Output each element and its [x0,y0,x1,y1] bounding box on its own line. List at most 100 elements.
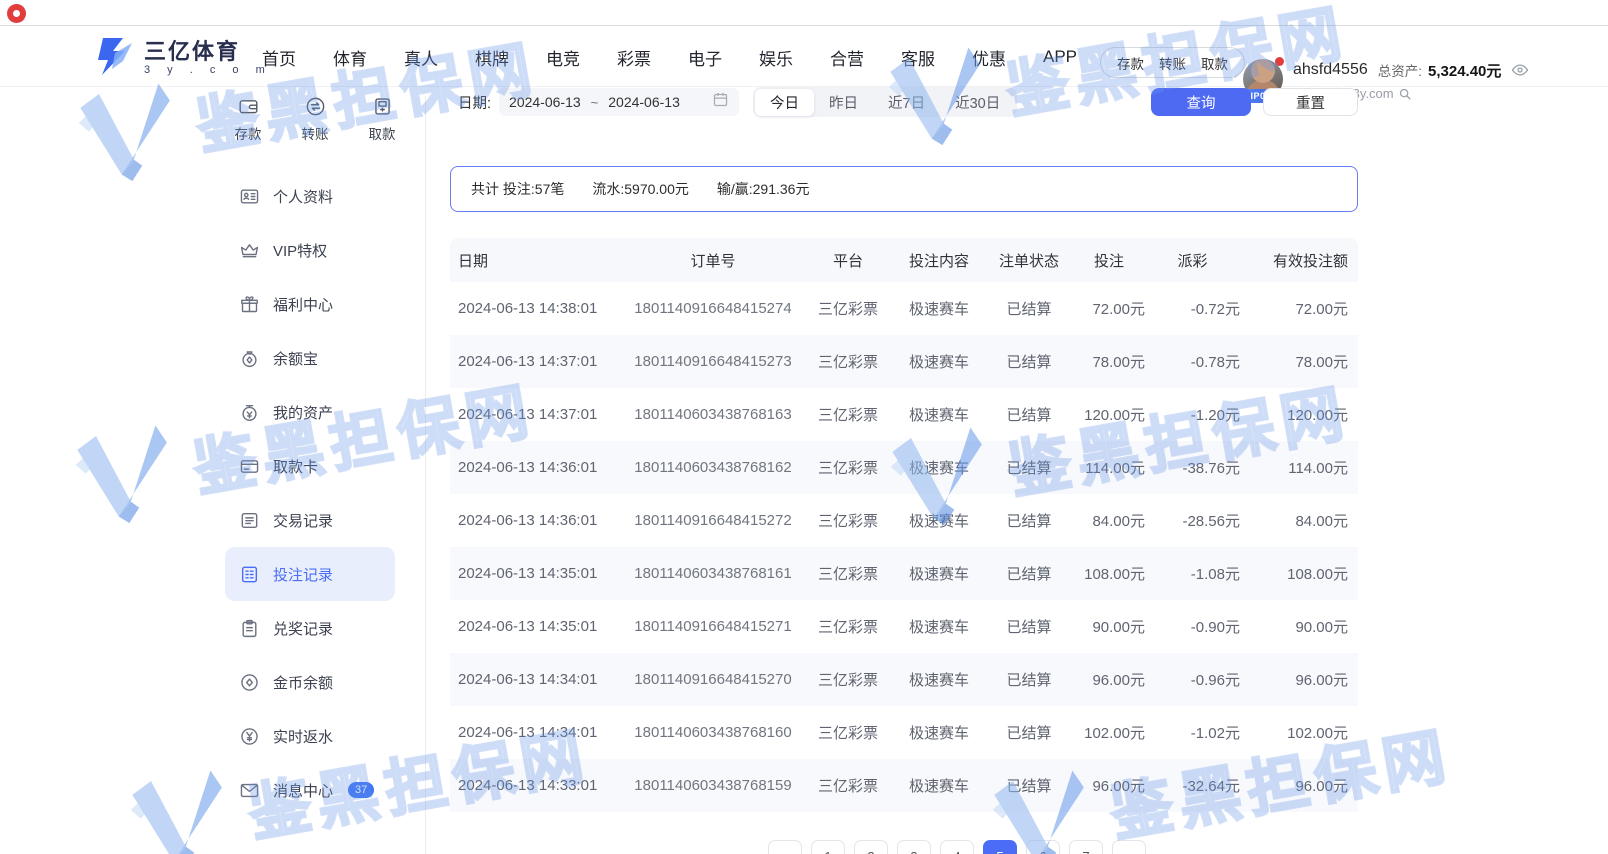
nav-item-0[interactable]: 首页 [262,45,296,70]
table-row: 2024-06-13 14:35:011801140603438768161三亿… [450,547,1358,600]
table-row: 2024-06-13 14:36:011801140603438768162三亿… [450,441,1358,494]
page-button-7[interactable]: 7 [1069,840,1103,854]
nav-item-1[interactable]: 体育 [333,45,367,70]
nav-item-8[interactable]: 合营 [830,45,864,70]
cell-4: 已结算 [985,616,1073,637]
page-button-2[interactable]: 2 [854,840,888,854]
sidebar-item-0[interactable]: 个人资料 [225,169,395,223]
reset-button[interactable]: 重置 [1263,88,1358,116]
nav-item-10[interactable]: 优惠 [972,45,1006,70]
cell-5: 96.00元 [1073,775,1145,796]
cell-5: 96.00元 [1073,669,1145,690]
column-header-5: 投注 [1073,250,1145,271]
page-button-1[interactable]: 1 [811,840,845,854]
cell-0: 2024-06-13 14:37:01 [458,353,623,370]
sidebar-item-8[interactable]: 兑奖记录 [225,601,395,655]
cell-7: 72.00元 [1240,298,1348,319]
cell-0: 2024-06-13 14:34:01 [458,724,623,741]
cell-3: 极速赛车 [893,404,985,425]
sidebar-item-4[interactable]: 我的资产 [225,385,395,439]
cell-7: 84.00元 [1240,510,1348,531]
range-button-3[interactable]: 近30日 [940,89,1015,116]
sidebar-item-label: 交易记录 [273,510,333,531]
page-button-0[interactable]: ‹ [768,840,802,854]
range-button-1[interactable]: 昨日 [814,89,873,116]
page-button-8[interactable]: › [1112,840,1146,854]
calendar-icon[interactable] [712,91,729,113]
sidebar-item-2[interactable]: 福利中心 [225,277,395,331]
column-header-1: 订单号 [623,250,803,271]
wallet-actions-pill: 存款转账取款 [1100,47,1245,78]
nav-item-11[interactable]: APP [1043,47,1077,67]
sidebar-item-3[interactable]: 余额宝 [225,331,395,385]
sidebar-item-1[interactable]: VIP特权 [225,223,395,277]
quick-action-1[interactable]: 转账 [287,96,343,143]
logo-subtitle: 3 y . c o m [144,64,272,77]
cell-7: 102.00元 [1240,722,1348,743]
nav-item-3[interactable]: 棋牌 [475,45,509,70]
nav-item-4[interactable]: 电竞 [546,45,580,70]
cell-6: -1.20元 [1145,404,1240,425]
table-row: 2024-06-13 14:37:011801140916648415273三亿… [450,335,1358,388]
page-button-6[interactable]: 6 [1026,840,1060,854]
page-button-4[interactable]: 4 [940,840,974,854]
page-button-5[interactable]: 5 [983,840,1017,854]
wallet-pill-button-2[interactable]: 取款 [1201,53,1228,73]
cell-0: 2024-06-13 14:35:01 [458,565,623,582]
avatar-notification-dot [1275,57,1284,66]
sidebar-item-9[interactable]: 金币余额 [225,655,395,709]
cell-2: 三亿彩票 [803,510,893,531]
cell-2: 三亿彩票 [803,775,893,796]
range-button-0[interactable]: 今日 [755,89,814,116]
nav-item-9[interactable]: 客服 [901,45,935,70]
quick-action-0[interactable]: 存款 [220,96,276,143]
site-logo[interactable]: 三亿体育 3 y . c o m [90,35,272,82]
cell-0: 2024-06-13 14:34:01 [458,671,623,688]
sidebar-item-5[interactable]: 取款卡 [225,439,395,493]
table-row: 2024-06-13 14:36:011801140916648415272三亿… [450,494,1358,547]
gold-coin-icon [239,672,260,693]
watermark-logo-icon [121,758,242,854]
page-button-3[interactable]: 3 [897,840,931,854]
search-icon[interactable] [1398,87,1412,101]
sidebar-item-11[interactable]: 消息中心37 [225,763,395,817]
cell-1: 1801140603438768159 [623,777,803,794]
search-button[interactable]: 查询 [1151,88,1251,116]
cell-0: 2024-06-13 14:38:01 [458,300,623,317]
sidebar-item-7[interactable]: 投注记录 [225,547,395,601]
nav-item-7[interactable]: 娱乐 [759,45,793,70]
date-range-input[interactable]: 2024-06-13 ~ 2024-06-13 [499,88,739,116]
summary-winloss: 输/赢:291.36元 [717,179,810,199]
sidebar-divider [425,96,426,854]
date-from-value: 2024-06-13 [509,94,581,110]
nav-item-5[interactable]: 彩票 [617,45,651,70]
coin-pouch-icon [239,348,260,369]
range-button-2[interactable]: 近7日 [873,89,940,116]
quick-action-label: 转账 [302,123,329,143]
logo-mark-icon [90,35,134,82]
site-header: 三亿体育 3 y . c o m 首页 体育 真人 棋牌 电竞 彩票 电子 娱乐 合营 客服 优惠 A… [0,27,1608,87]
cell-5: 114.00元 [1073,457,1145,478]
eye-icon[interactable] [1511,63,1529,77]
wallet-pill-button-0[interactable]: 存款 [1117,53,1144,73]
sidebar-item-10[interactable]: 实时返水 [225,709,395,763]
cell-0: 2024-06-13 14:33:01 [458,777,623,794]
cell-6: -1.02元 [1145,722,1240,743]
cell-6: -28.56元 [1145,510,1240,531]
sidebar-item-6[interactable]: 交易记录 [225,493,395,547]
cell-6: -32.64元 [1145,775,1240,796]
cell-4: 已结算 [985,722,1073,743]
nav-item-6[interactable]: 电子 [688,45,722,70]
cell-7: 120.00元 [1240,404,1348,425]
table-row: 2024-06-13 14:38:011801140916648415274三亿… [450,282,1358,335]
sidebar-item-label: 金币余额 [273,672,333,693]
username: ahsfd4556 [1293,61,1368,79]
cell-4: 已结算 [985,510,1073,531]
cell-1: 1801140916648415274 [623,300,803,317]
quick-action-2[interactable]: 取款 [354,96,410,143]
assets-value: 5,324.40元 [1428,60,1501,81]
wallet-pill-button-1[interactable]: 转账 [1159,53,1186,73]
cell-2: 三亿彩票 [803,563,893,584]
nav-item-2[interactable]: 真人 [404,45,438,70]
bet-record-icon [239,564,260,585]
